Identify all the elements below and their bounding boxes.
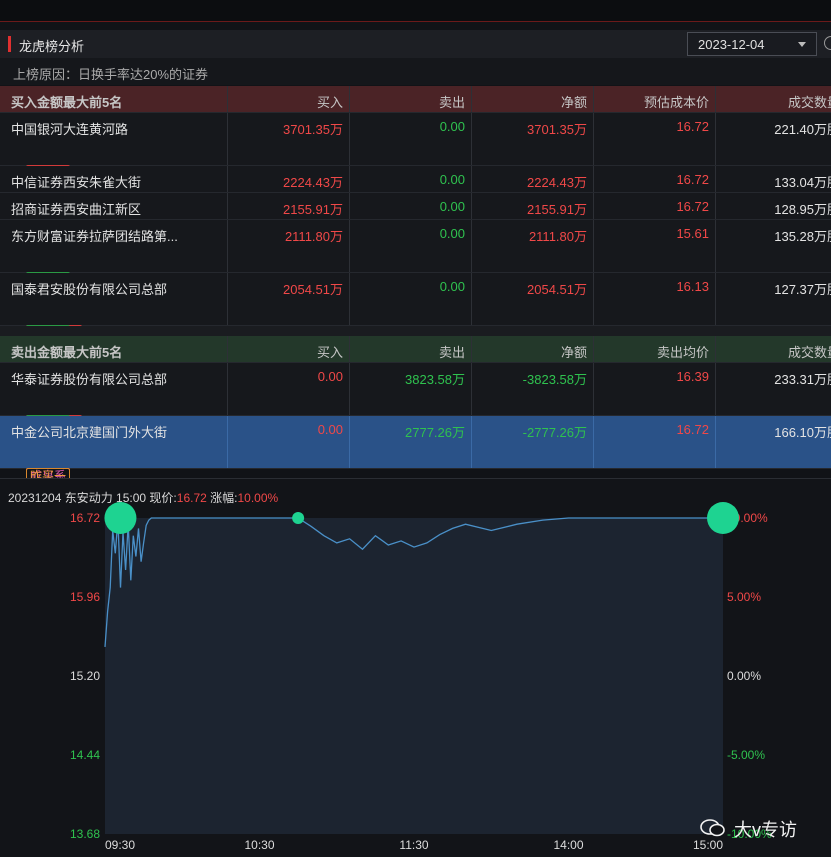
- header-accent: [8, 36, 11, 52]
- seat-name: 中信证券西安朱雀大街: [11, 175, 142, 190]
- table-row[interactable]: 中信证券西安朱雀大街 2224.43万 0.00 2224.43万 16.72 133.0…: [0, 166, 831, 193]
- refresh-icon[interactable]: [824, 36, 831, 50]
- seat-name: 中金公司北京建国门外大街: [11, 425, 168, 440]
- buy-amount: 3701.35万: [283, 122, 343, 137]
- seat-name: 招商证券西安曲江新区: [11, 202, 142, 217]
- chevron-down-icon: [798, 42, 806, 47]
- col-header-price: 预估成本价: [643, 95, 709, 110]
- sell-amount: 0.00: [439, 119, 465, 134]
- volume-value: 221.40万股: [774, 122, 831, 137]
- sell-amount: 3823.58万: [405, 372, 465, 387]
- col-header-avg-price: 卖出均价: [656, 345, 709, 360]
- wechat-icon: [700, 819, 725, 837]
- volume-value: 233.31万股: [774, 372, 831, 387]
- col-header-buy: 买入: [316, 345, 343, 360]
- top-bar: [0, 0, 831, 22]
- buy-amount: 0.00: [317, 422, 343, 437]
- date-value: 2023-12-04: [698, 37, 765, 52]
- volume-value: 128.95万股: [774, 202, 831, 217]
- x-tick-label: 09:30: [105, 838, 135, 852]
- net-amount: -2777.26万: [522, 425, 587, 440]
- sell-amount: 0.00: [439, 172, 465, 187]
- x-tick-label: 10:30: [244, 838, 274, 852]
- seat-name: 中国银河大连黄河路: [11, 122, 129, 137]
- y-left-tick-label: 13.68: [70, 827, 100, 841]
- table-row[interactable]: 国泰君安股份有限公司总部境外机构昨卖二2054.51万0.002054.51万1…: [0, 273, 831, 342]
- sell-amount: 0.00: [439, 226, 465, 241]
- net-amount: 2155.91万: [527, 202, 587, 217]
- price-value: 16.72: [676, 172, 709, 187]
- plot-background: [105, 518, 723, 834]
- buy-amount: 2155.91万: [283, 202, 343, 217]
- col-header-name: 卖出金额最大前5名: [11, 345, 123, 360]
- price-value: 16.72: [676, 422, 709, 437]
- col-header-net: 净额: [560, 95, 587, 110]
- limit-up-marker: [292, 512, 305, 524]
- net-amount: 2224.43万: [527, 175, 587, 190]
- buy-table: 买入金额最大前5名 买入 卖出 净额 预估成本价 成交数量 中国银河大连黄河路陈…: [0, 86, 831, 342]
- limit-up-marker: [104, 502, 137, 534]
- price-value: 15.61: [676, 226, 709, 241]
- sell-table: 卖出金额最大前5名 买入 卖出 净额 卖出均价 成交数量 华泰证券股份有限公司总…: [0, 336, 831, 485]
- volume-value: 133.04万股: [774, 175, 831, 190]
- col-header-name: 买入金额最大前5名: [11, 95, 123, 110]
- buy-amount: 2111.80万: [284, 229, 343, 244]
- watermark: 大v专访: [734, 820, 797, 840]
- seat-name: 东方财富证券拉萨团结路第...: [11, 229, 178, 244]
- table-row[interactable]: 中国银河大连黄河路陈小群3701.35万0.003701.35万16.72221…: [0, 113, 831, 182]
- price-value: 16.72: [676, 119, 709, 134]
- seat-name: 华泰证券股份有限公司总部: [11, 372, 168, 387]
- volume-value: 127.37万股: [774, 282, 831, 297]
- table-row[interactable]: 中金公司北京建国门外大街 成泉系 昨买一 0.00 2777.26万 -2777.26万 1…: [0, 416, 831, 485]
- date-select[interactable]: 2023-12-04: [687, 32, 817, 56]
- col-header-sell: 卖出: [438, 95, 465, 110]
- panel-title: 龙虎榜分析: [19, 39, 85, 54]
- buy-amount: 0.00: [317, 369, 343, 384]
- price-value: 16.39: [676, 369, 709, 384]
- col-header-buy: 买入: [316, 95, 343, 110]
- volume-value: 135.28万股: [774, 229, 831, 244]
- y-left-tick-label: 15.20: [70, 669, 100, 683]
- net-amount: 2111.80万: [528, 229, 587, 244]
- x-tick-label: 15:00: [693, 838, 723, 852]
- table-row[interactable]: 东方财富证券拉萨团结路第...昨卖五2111.80万0.002111.80万15…: [0, 220, 831, 289]
- col-header-net: 净额: [560, 345, 587, 360]
- x-tick-label: 11:30: [399, 838, 428, 852]
- col-header-volume: 成交数量: [787, 95, 831, 110]
- col-header-volume: 成交数量: [787, 345, 831, 360]
- buy-amount: 2224.43万: [283, 175, 343, 190]
- y-right-tick-label: 5.00%: [727, 590, 761, 604]
- table-row[interactable]: 招商证券西安曲江新区 2155.91万 0.00 2155.91万 16.72 128.9…: [0, 193, 831, 220]
- seat-name: 国泰君安股份有限公司总部: [11, 282, 168, 297]
- volume-value: 166.10万股: [774, 425, 831, 440]
- col-header-sell: 卖出: [438, 345, 465, 360]
- section-gap: [0, 326, 831, 336]
- net-amount: 3701.35万: [527, 122, 587, 137]
- price-value: 16.13: [676, 279, 709, 294]
- listing-reason: 上榜原因：日换手率达20%的证券: [0, 58, 831, 85]
- y-left-tick-label: 16.72: [70, 511, 100, 525]
- y-left-tick-label: 14.44: [70, 748, 100, 762]
- buy-amount: 2054.51万: [283, 282, 343, 297]
- net-amount: 2054.51万: [527, 282, 587, 297]
- price-value: 16.72: [676, 199, 709, 214]
- sell-amount: 0.00: [439, 279, 465, 294]
- y-right-tick-label: -5.00%: [727, 748, 765, 762]
- buy-table-header: 买入金额最大前5名 买入 卖出 净额 预估成本价 成交数量: [0, 86, 831, 113]
- sell-amount: 2777.26万: [405, 425, 465, 440]
- table-row[interactable]: 华泰证券股份有限公司总部量化基金昨卖三0.003823.58万-3823.58万…: [0, 363, 831, 432]
- y-right-tick-label: 0.00%: [727, 669, 761, 683]
- sell-table-header: 卖出金额最大前5名 买入 卖出 净额 卖出均价 成交数量: [0, 336, 831, 363]
- net-amount: -3823.58万: [522, 372, 587, 387]
- y-left-tick-label: 15.96: [70, 590, 100, 604]
- intraday-price-chart[interactable]: 16.7215.9615.2014.4413.6810.00%5.00%0.00…: [0, 500, 831, 857]
- limit-up-marker: [707, 502, 739, 534]
- x-tick-label: 14:00: [553, 838, 583, 852]
- sell-amount: 0.00: [439, 199, 465, 214]
